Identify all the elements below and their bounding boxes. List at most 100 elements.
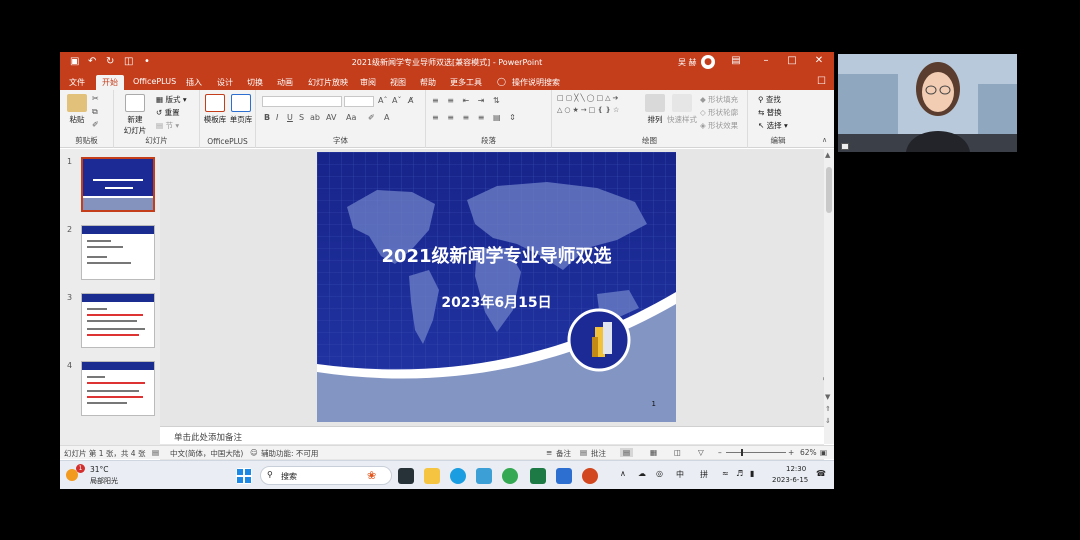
tab-insert[interactable]: 插入 [186, 77, 202, 88]
close-icon[interactable]: ✕ [811, 55, 827, 66]
weather-text[interactable]: 局部阳光 [90, 476, 118, 486]
strikethrough-icon[interactable]: ab [310, 113, 320, 122]
notes-icon[interactable]: ≡ [546, 448, 552, 457]
scroll-up-icon[interactable]: ▲ [825, 151, 830, 159]
section-button[interactable]: ▤ 节 ▾ [156, 120, 179, 131]
list-icons[interactable]: ≡ ≡ ⇤ ⇥ ⇅ [432, 96, 503, 105]
copy-icon[interactable]: ⧉ [92, 107, 98, 117]
app-tray-icon[interactable]: ◎ [656, 469, 663, 478]
ime-mode[interactable]: 拼 [700, 469, 708, 480]
current-slide[interactable]: 2021级新闻学专业导师双选 2023年6月15日 1 [317, 152, 676, 422]
zoom-out-icon[interactable]: – [718, 448, 722, 457]
slide-sorter-icon[interactable]: ▦ [650, 448, 657, 457]
shape-fill-button[interactable]: ◆ 形状填充 [700, 94, 738, 105]
tab-animations[interactable]: 动画 [277, 77, 293, 88]
increase-font-icon[interactable]: Aˆ [378, 96, 387, 105]
reading-view-icon[interactable]: ◫ [674, 448, 681, 457]
weather-temp[interactable]: 31°C [90, 465, 109, 474]
tab-slideshow[interactable]: 幻灯片放映 [308, 77, 348, 88]
comments-icon[interactable]: ☐ [817, 76, 826, 87]
tab-officeplus[interactable]: OfficePLUS [133, 77, 176, 86]
normal-view-icon[interactable]: ▤ [620, 448, 634, 457]
replace-button[interactable]: ⇆ 替换 [758, 107, 782, 118]
cut-icon[interactable]: ✂ [92, 94, 99, 103]
quick-styles-button[interactable]: 快速样式 [666, 94, 698, 125]
template-lib-button[interactable]: 模板库 [202, 94, 228, 125]
bold-icon[interactable]: B [264, 113, 270, 122]
windows-start-icon[interactable] [236, 468, 252, 484]
shape-outline-button[interactable]: ◇ 形状轮廓 [700, 107, 738, 118]
clock-time[interactable]: 12:30 [786, 465, 806, 473]
zoom-in-icon[interactable]: + [788, 448, 794, 457]
tab-home[interactable]: 开始 [96, 75, 124, 90]
collapse-ribbon-icon[interactable]: ∧ [822, 136, 827, 144]
reset-button[interactable]: ↺ 重置 [156, 107, 180, 118]
layout-button[interactable]: ▦ 版式 ▾ [156, 94, 187, 105]
volume-icon[interactable]: ♬ [736, 469, 743, 478]
italic-icon[interactable]: I [276, 113, 278, 122]
notification-icon[interactable]: ☎ [816, 469, 826, 478]
ribbon-display-icon[interactable]: ▤ [728, 55, 744, 66]
shapes-gallery[interactable]: □▢╳╲◯□△➔ [557, 94, 620, 102]
select-button[interactable]: ↖ 选择 ▾ [758, 120, 788, 131]
find-button[interactable]: ⚲ 查找 [758, 94, 781, 105]
slide-thumbnail-1[interactable] [81, 157, 155, 212]
notes-toggle[interactable]: 备注 [556, 448, 571, 459]
font-size-dropdown[interactable] [344, 96, 374, 107]
next-slide-icon[interactable]: ⇓ [825, 417, 831, 425]
change-case-icon[interactable]: Aa [346, 113, 356, 122]
battery-icon[interactable]: ▮ [750, 469, 754, 478]
zoom-slider[interactable] [726, 452, 786, 453]
excel-icon[interactable] [530, 468, 546, 484]
paste-button[interactable]: 粘贴 [66, 94, 88, 125]
fit-slide-icon[interactable]: ▣ [820, 448, 827, 457]
language-indicator[interactable]: 中文(简体，中国大陆) [170, 448, 243, 459]
comments-toggle[interactable]: 批注 [591, 448, 606, 459]
meeting-app-icon[interactable] [556, 468, 572, 484]
tab-view[interactable]: 视图 [390, 77, 406, 88]
slide-thumbnail-3[interactable] [81, 293, 155, 348]
scroll-down-icon[interactable]: ▼ [825, 393, 830, 401]
ime-language[interactable]: 中 [676, 469, 684, 480]
decrease-font-icon[interactable]: Aˇ [392, 96, 401, 105]
single-page-lib-button[interactable]: 单页库 [228, 94, 254, 125]
wifi-icon[interactable]: ≈ [722, 469, 729, 478]
new-slide-button[interactable]: 新建 幻灯片 [120, 94, 150, 136]
tab-review[interactable]: 审阅 [360, 77, 376, 88]
arrange-button[interactable]: 排列 [644, 94, 666, 125]
comments-icon[interactable]: ▤ [580, 448, 587, 457]
spelling-icon[interactable]: ▤ [152, 448, 159, 457]
slideshow-view-icon[interactable]: ▽ [698, 448, 704, 457]
notes-pane[interactable]: 单击此处添加备注 [160, 426, 824, 444]
accessibility-status[interactable]: 辅助功能: 不可用 [261, 448, 318, 459]
accessibility-icon[interactable]: ☺ [250, 448, 258, 457]
format-painter-icon[interactable]: ✐ [92, 120, 99, 129]
zoom-slider-knob[interactable] [741, 449, 743, 456]
tab-transitions[interactable]: 切换 [247, 77, 263, 88]
taskbar-search[interactable]: ⚲ 搜索 ❀ [260, 466, 392, 485]
tell-me-search[interactable]: 操作说明搜索 [512, 77, 560, 88]
shape-effect-button[interactable]: ◈ 形状效果 [700, 120, 738, 131]
font-color-icon[interactable]: A [384, 113, 389, 122]
prev-slide-icon[interactable]: ⇑ [825, 405, 831, 413]
slide-thumbnail-2[interactable] [81, 225, 155, 280]
tab-more-tools[interactable]: 更多工具 [450, 77, 482, 88]
slide-date[interactable]: 2023年6月15日 [317, 292, 676, 312]
highlight-icon[interactable]: ✐ [368, 113, 375, 122]
slide-thumbnail-4[interactable] [81, 361, 155, 416]
user-name[interactable]: 吴 赫 [678, 57, 697, 68]
char-spacing-icon[interactable]: AV [326, 113, 336, 122]
file-explorer-icon[interactable] [424, 468, 440, 484]
avatar[interactable]: ● [701, 55, 715, 69]
restore-icon[interactable]: □ [784, 55, 800, 66]
font-name-dropdown[interactable] [262, 96, 342, 107]
task-view-icon[interactable] [398, 468, 414, 484]
show-hidden-icons[interactable]: ∧ [620, 469, 626, 478]
webcam-participant-icon[interactable] [841, 143, 849, 150]
tab-file[interactable]: 文件 [69, 77, 85, 88]
shadow-icon[interactable]: S [299, 113, 304, 122]
zoom-level[interactable]: 62% [800, 448, 817, 457]
slide-title[interactable]: 2021级新闻学专业导师双选 [317, 242, 676, 268]
tab-design[interactable]: 设计 [217, 77, 233, 88]
tab-help[interactable]: 帮助 [420, 77, 436, 88]
